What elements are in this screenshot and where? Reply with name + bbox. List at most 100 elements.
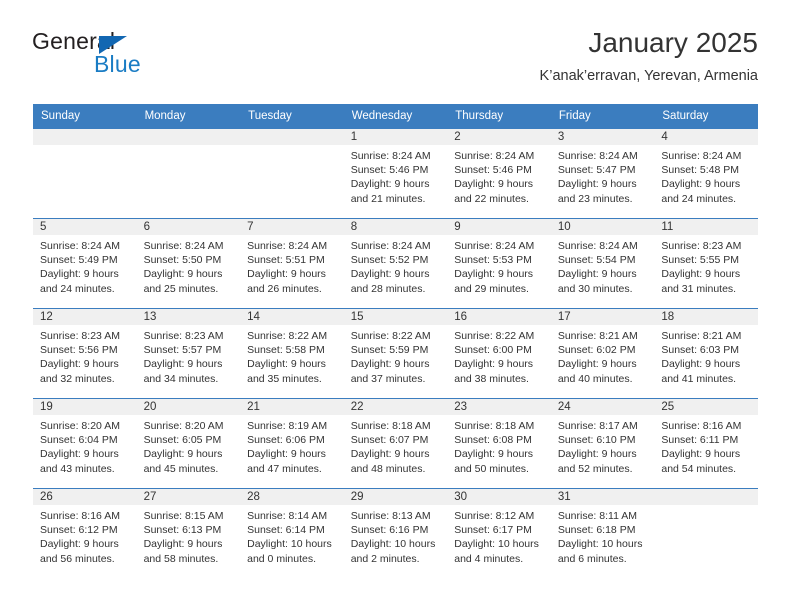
day-detail-lines: Sunrise: 8:14 AM Sunset: 6:14 PM Daylight:…: [240, 505, 344, 566]
sunrise-text: Sunrise: 8:23 AM: [661, 240, 742, 252]
day-number: 26: [33, 489, 137, 505]
daylight-text: and 47 minutes.: [247, 462, 322, 475]
day-number: 27: [136, 489, 241, 505]
sunrise-text: Sunrise: 8:22 AM: [454, 330, 535, 342]
daylight-text: Daylight: 9 hours: [247, 358, 326, 371]
day-number: 14: [240, 309, 344, 325]
calendar-day-cell[interactable]: 1 Sunrise: 8:24 AM Sunset: 5:46 PM Daylight…: [343, 128, 448, 219]
calendar-day-cell-empty: [240, 128, 344, 219]
day-cell-inner: 15 Sunrise: 8:22 AM Sunset: 5:59 PM Dayligh…: [343, 309, 448, 398]
daylight-text: Daylight: 9 hours: [557, 178, 637, 191]
day-detail-lines: Sunrise: 8:20 AM Sunset: 6:05 PM Daylight:…: [137, 415, 241, 476]
calendar-page: General Blue January 2025 K’anak’erravan…: [0, 0, 792, 612]
calendar-week-row: 26 Sunrise: 8:16 AM Sunset: 6:12 PM Dayligh…: [33, 488, 758, 578]
calendar-day-cell[interactable]: 10 Sunrise: 8:24 AM Sunset: 5:54 PM Dayligh…: [550, 218, 655, 309]
day-detail-lines: Sunrise: 8:11 AM Sunset: 6:18 PM Daylight:…: [551, 505, 655, 566]
day-number: 3: [550, 129, 655, 145]
day-number: 11: [654, 219, 758, 235]
day-number: 24: [550, 399, 655, 415]
calendar-day-cell[interactable]: 2 Sunrise: 8:24 AM Sunset: 5:46 PM Daylight…: [447, 128, 551, 219]
weekday-header-sunday: Sunday: [33, 104, 137, 129]
day-number: 31: [550, 489, 655, 505]
sunset-text: Sunset: 6:02 PM: [557, 344, 636, 357]
calendar-head: Sunday Monday Tuesday Wednesday Thursday Frid…: [33, 104, 758, 129]
calendar-day-cell-empty: [654, 488, 758, 578]
calendar-day-cell[interactable]: 11 Sunrise: 8:23 AM Sunset: 5:55 PM Dayligh…: [654, 218, 758, 309]
calendar-day-cell[interactable]: 6 Sunrise: 8:24 AM Sunset: 5:50 PM Daylight…: [136, 218, 241, 309]
calendar-day-cell[interactable]: 26 Sunrise: 8:16 AM Sunset: 6:12 PM Dayligh…: [33, 488, 137, 578]
sunrise-text: Sunrise: 8:23 AM: [40, 330, 120, 342]
daylight-text: and 56 minutes.: [40, 552, 115, 565]
calendar-day-cell[interactable]: 21 Sunrise: 8:19 AM Sunset: 6:06 PM Dayligh…: [240, 398, 344, 489]
calendar-day-cell[interactable]: 27 Sunrise: 8:15 AM Sunset: 6:13 PM Dayligh…: [136, 488, 241, 578]
day-cell-inner: 30 Sunrise: 8:12 AM Sunset: 6:17 PM Dayligh…: [447, 489, 551, 578]
calendar-day-cell[interactable]: 7 Sunrise: 8:24 AM Sunset: 5:51 PM Daylight…: [240, 218, 344, 309]
calendar-day-cell[interactable]: 25 Sunrise: 8:16 AM Sunset: 6:11 PM Dayligh…: [654, 398, 758, 489]
page-title: January 2025: [588, 27, 758, 58]
day-number: 8: [343, 219, 448, 235]
daylight-text: Daylight: 9 hours: [454, 178, 534, 191]
calendar-day-cell[interactable]: 3 Sunrise: 8:24 AM Sunset: 5:47 PM Daylight…: [550, 128, 655, 219]
calendar-day-cell[interactable]: 5 Sunrise: 8:24 AM Sunset: 5:49 PM Daylight…: [33, 218, 137, 309]
day-cell-inner: 10 Sunrise: 8:24 AM Sunset: 5:54 PM Dayligh…: [550, 219, 655, 308]
calendar-day-cell[interactable]: 15 Sunrise: 8:22 AM Sunset: 5:59 PM Dayligh…: [343, 308, 448, 399]
daylight-text: and 40 minutes.: [557, 372, 633, 385]
calendar-day-cell[interactable]: 13 Sunrise: 8:23 AM Sunset: 5:57 PM Dayligh…: [136, 308, 241, 399]
calendar-day-cell[interactable]: 24 Sunrise: 8:17 AM Sunset: 6:10 PM Dayligh…: [550, 398, 655, 489]
weekday-header-saturday: Saturday: [654, 104, 758, 129]
calendar-day-cell[interactable]: 23 Sunrise: 8:18 AM Sunset: 6:08 PM Dayligh…: [447, 398, 551, 489]
day-cell-inner: 7 Sunrise: 8:24 AM Sunset: 5:51 PM Daylight…: [240, 219, 344, 308]
calendar-day-cell-empty: [136, 128, 241, 219]
day-cell-inner: 20 Sunrise: 8:20 AM Sunset: 6:05 PM Dayligh…: [136, 399, 241, 488]
day-cell-inner: 13 Sunrise: 8:23 AM Sunset: 5:57 PM Dayligh…: [136, 309, 241, 398]
sunset-text: Sunset: 5:50 PM: [143, 254, 222, 267]
day-number: 10: [550, 219, 655, 235]
day-number: 2: [447, 129, 551, 145]
calendar-day-cell[interactable]: 12 Sunrise: 8:23 AM Sunset: 5:56 PM Dayligh…: [33, 308, 137, 399]
calendar-day-cell[interactable]: 30 Sunrise: 8:12 AM Sunset: 6:17 PM Dayligh…: [447, 488, 551, 578]
day-detail-lines: Sunrise: 8:22 AM Sunset: 6:00 PM Daylight:…: [447, 325, 551, 386]
day-cell-inner: 3 Sunrise: 8:24 AM Sunset: 5:47 PM Daylight…: [550, 129, 655, 218]
sunset-text: Sunset: 6:10 PM: [557, 434, 636, 447]
calendar-day-cell[interactable]: 20 Sunrise: 8:20 AM Sunset: 6:05 PM Dayligh…: [136, 398, 241, 489]
sunrise-text: Sunrise: 8:24 AM: [247, 240, 328, 252]
sunset-text: Sunset: 5:48 PM: [661, 164, 740, 177]
calendar-day-cell[interactable]: 18 Sunrise: 8:21 AM Sunset: 6:03 PM Dayligh…: [654, 308, 758, 399]
daylight-text: and 24 minutes.: [40, 282, 115, 295]
day-number: [240, 129, 344, 145]
calendar-day-cell[interactable]: 28 Sunrise: 8:14 AM Sunset: 6:14 PM Dayligh…: [240, 488, 344, 578]
calendar-day-cell[interactable]: 16 Sunrise: 8:22 AM Sunset: 6:00 PM Dayligh…: [447, 308, 551, 399]
day-cell-inner: 14 Sunrise: 8:22 AM Sunset: 5:58 PM Dayligh…: [240, 309, 344, 398]
daylight-text: Daylight: 9 hours: [454, 448, 534, 461]
calendar-day-cell[interactable]: 8 Sunrise: 8:24 AM Sunset: 5:52 PM Daylight…: [343, 218, 448, 309]
calendar-day-cell[interactable]: 17 Sunrise: 8:21 AM Sunset: 6:02 PM Dayligh…: [550, 308, 655, 399]
calendar-day-cell[interactable]: 9 Sunrise: 8:24 AM Sunset: 5:53 PM Daylight…: [447, 218, 551, 309]
day-detail-lines: Sunrise: 8:12 AM Sunset: 6:17 PM Daylight:…: [447, 505, 551, 566]
day-number: 12: [33, 309, 137, 325]
calendar-day-cell[interactable]: 4 Sunrise: 8:24 AM Sunset: 5:48 PM Daylight…: [654, 128, 758, 219]
day-detail-lines: Sunrise: 8:23 AM Sunset: 5:56 PM Daylight:…: [33, 325, 137, 386]
calendar-day-cell[interactable]: 14 Sunrise: 8:22 AM Sunset: 5:58 PM Dayligh…: [240, 308, 344, 399]
daylight-text: Daylight: 9 hours: [454, 358, 534, 371]
day-cell-inner: 22 Sunrise: 8:18 AM Sunset: 6:07 PM Dayligh…: [343, 399, 448, 488]
logo-text-blue: Blue: [94, 51, 141, 77]
sunrise-text: Sunrise: 8:18 AM: [454, 420, 535, 432]
calendar-day-cell[interactable]: 31 Sunrise: 8:11 AM Sunset: 6:18 PM Dayligh…: [550, 488, 655, 578]
calendar-day-cell[interactable]: 19 Sunrise: 8:20 AM Sunset: 6:04 PM Dayligh…: [33, 398, 137, 489]
calendar-day-cell[interactable]: 29 Sunrise: 8:13 AM Sunset: 6:16 PM Dayligh…: [343, 488, 448, 578]
daylight-text: and 6 minutes.: [557, 552, 627, 565]
sunset-text: Sunset: 6:17 PM: [454, 524, 532, 537]
day-detail-lines: Sunrise: 8:24 AM Sunset: 5:47 PM Daylight:…: [551, 145, 655, 206]
day-cell-inner: [240, 129, 344, 218]
daylight-text: Daylight: 9 hours: [350, 268, 430, 281]
sunrise-text: Sunrise: 8:21 AM: [661, 330, 742, 342]
day-cell-inner: 24 Sunrise: 8:17 AM Sunset: 6:10 PM Dayligh…: [550, 399, 655, 488]
daylight-text: Daylight: 10 hours: [247, 538, 332, 551]
general-blue-logo[interactable]: General Blue: [32, 28, 252, 88]
calendar-day-cell[interactable]: 22 Sunrise: 8:18 AM Sunset: 6:07 PM Dayligh…: [343, 398, 448, 489]
calendar-week-row: 5 Sunrise: 8:24 AM Sunset: 5:49 PM Daylight…: [33, 218, 758, 309]
daylight-text: and 4 minutes.: [454, 552, 524, 565]
sunset-text: Sunset: 6:05 PM: [143, 434, 222, 447]
sunrise-text: Sunrise: 8:13 AM: [350, 510, 431, 522]
day-detail-lines: Sunrise: 8:24 AM Sunset: 5:46 PM Daylight:…: [344, 145, 448, 206]
